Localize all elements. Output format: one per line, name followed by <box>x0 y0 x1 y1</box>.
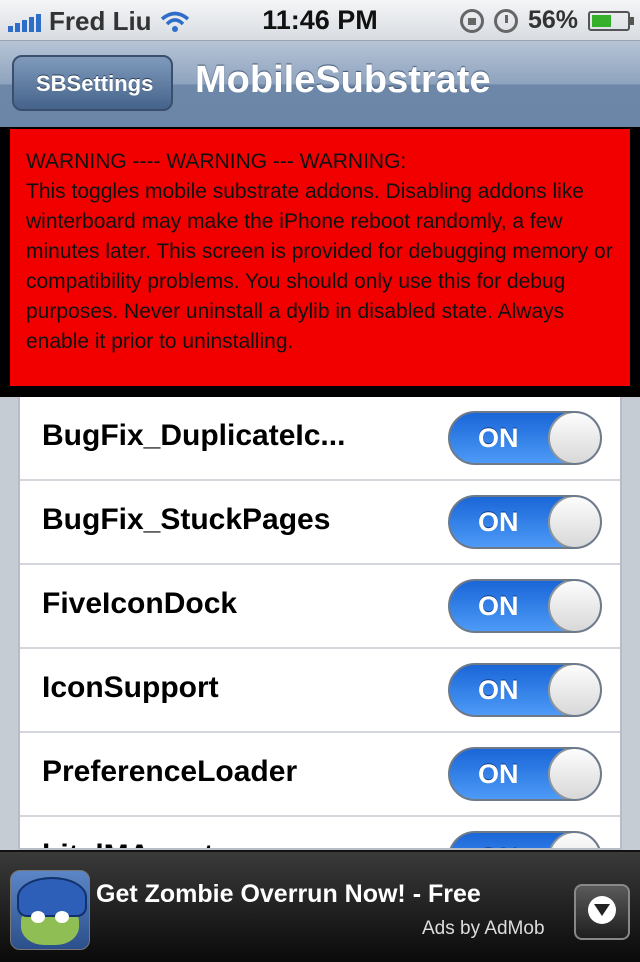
list-item: PreferenceLoader ON <box>20 733 620 817</box>
alarm-icon <box>493 8 518 33</box>
battery-icon <box>588 10 634 31</box>
back-button[interactable]: SBSettings <box>12 55 174 111</box>
addon-name: FiveIconDock <box>42 587 238 620</box>
toggle-switch[interactable]: ON <box>448 747 602 801</box>
warning-container: WARNING ---- WARNING --- WARNING: This t… <box>0 127 640 397</box>
toggle-knob[interactable] <box>548 665 600 715</box>
zombie-app-icon[interactable] <box>10 870 90 950</box>
battery-fill <box>592 14 611 27</box>
toggle-knob[interactable] <box>548 413 600 463</box>
warning-body: This toggles mobile substrate addons. Di… <box>26 180 613 353</box>
list-item: BugFix_DuplicateIc... ON <box>20 397 620 481</box>
list-item: FiveIconDock ON <box>20 565 620 649</box>
toggle-knob[interactable] <box>548 581 600 631</box>
toggle-switch[interactable]: ON <box>448 831 602 848</box>
ad-banner[interactable]: Get Zombie Overrun Now! - Free Ads by Ad… <box>0 850 640 962</box>
warning-box: WARNING ---- WARNING --- WARNING: This t… <box>10 129 630 386</box>
rotation-lock-icon <box>459 8 484 33</box>
toggle-knob[interactable] <box>548 833 600 848</box>
addon-name: BugFix_StuckPages <box>42 503 331 536</box>
toggle-switch[interactable]: ON <box>448 579 602 633</box>
addon-name: PreferenceLoader <box>42 755 298 788</box>
toggle-switch[interactable]: ON <box>448 411 602 465</box>
toggle-state-label: ON <box>478 591 519 621</box>
addon-list: BugFix_DuplicateIc... ON BugFix_StuckPages… <box>18 397 622 850</box>
toggle-state-label: ON <box>478 675 519 705</box>
download-button[interactable] <box>574 884 630 940</box>
toggle-knob[interactable] <box>548 497 600 547</box>
toggle-state-label: ON <box>478 507 519 537</box>
toggle-switch[interactable]: ON <box>448 663 602 717</box>
addon-name: IconSupport <box>42 671 219 704</box>
status-right: 56% <box>459 6 634 35</box>
navigation-bar: SBSettings MobileSubstrate <box>0 41 640 128</box>
toggle-knob[interactable] <box>548 749 600 799</box>
list-item: bitelMAgent ON <box>20 817 620 848</box>
warning-heading: WARNING ---- WARNING --- WARNING: <box>26 150 407 173</box>
page-title: MobileSubstrate <box>195 59 491 101</box>
download-arrow-icon <box>588 896 616 924</box>
list-item: IconSupport ON <box>20 649 620 733</box>
toggle-state-label: ON <box>478 423 519 453</box>
toggle-switch[interactable]: ON <box>448 495 602 549</box>
toggle-state-label: ON <box>478 759 519 789</box>
list-item: BugFix_StuckPages ON <box>20 481 620 565</box>
addon-name: bitelMAgent <box>42 839 214 848</box>
battery-percent: 56% <box>527 6 578 34</box>
ad-title[interactable]: Get Zombie Overrun Now! - Free <box>96 880 481 909</box>
toggle-state-label: ON <box>478 843 519 848</box>
ad-attribution: Ads by AdMob <box>422 918 545 939</box>
status-bar: Fred Liu 11:46 PM 56% <box>0 0 640 41</box>
addon-name: BugFix_DuplicateIc... <box>42 419 346 452</box>
